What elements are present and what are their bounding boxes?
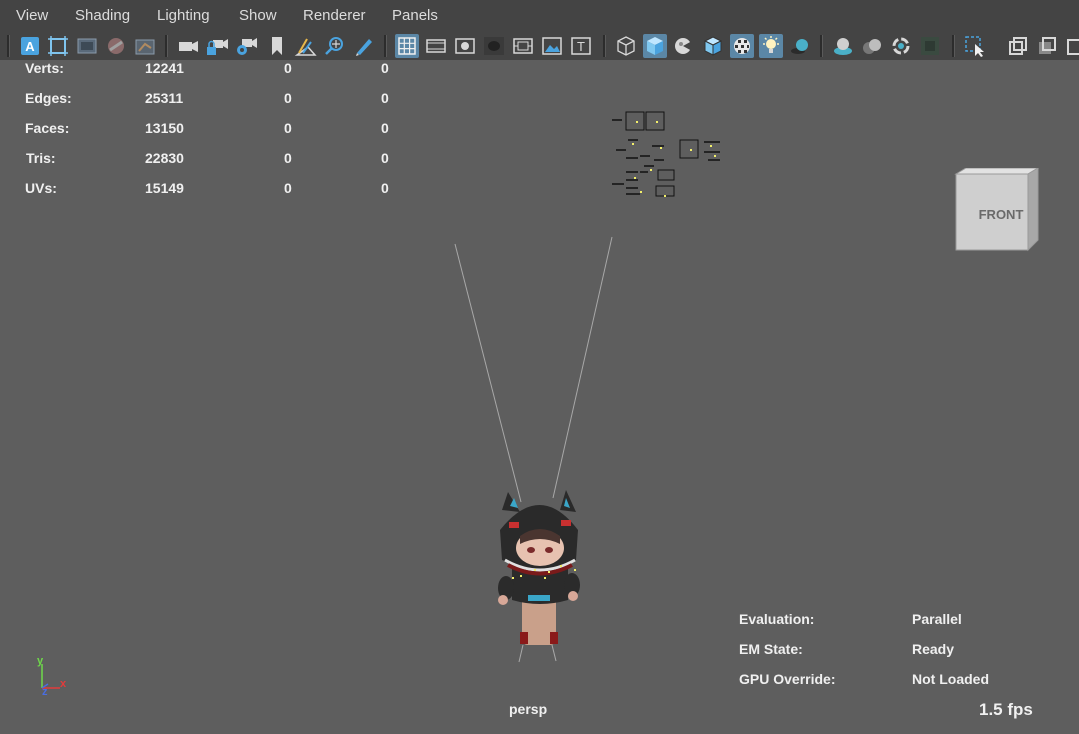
stat-components-tris: 0: [381, 150, 389, 166]
stat-total-uvs: 15149: [145, 180, 184, 196]
resolution-gate-icon[interactable]: [104, 34, 128, 58]
stat-components-faces: 0: [381, 120, 389, 136]
xray-icon[interactable]: [1006, 34, 1030, 58]
panel-toolbar: A T: [0, 32, 1079, 60]
bookmark-icon[interactable]: [265, 34, 289, 58]
safe-title-icon[interactable]: T: [569, 34, 593, 58]
stat-selected-verts: 0: [284, 60, 292, 76]
status-label-em-state: EM State:: [739, 641, 803, 657]
depth-of-field-icon[interactable]: [918, 34, 942, 58]
wireframe-icon[interactable]: [614, 34, 638, 58]
image-plane-icon[interactable]: [294, 34, 318, 58]
default-material-icon[interactable]: [672, 34, 696, 58]
menu-renderer[interactable]: Renderer: [303, 7, 366, 24]
status-label-gpu-override: GPU Override:: [739, 671, 836, 687]
resolution-gate-toggle-icon[interactable]: [453, 34, 477, 58]
stat-total-edges: 25311: [145, 90, 184, 106]
stat-selected-uvs: 0: [284, 180, 292, 196]
stat-components-edges: 0: [381, 90, 389, 106]
stat-components-uvs: 0: [381, 180, 389, 196]
toolbar-separator: [952, 35, 955, 57]
toolbar-separator: [384, 35, 387, 57]
stat-selected-edges: 0: [284, 90, 292, 106]
use-all-lights-icon[interactable]: [759, 34, 783, 58]
lock-camera-icon[interactable]: [205, 34, 229, 58]
screen-space-ao-icon[interactable]: [831, 34, 855, 58]
stat-selected-faces: 0: [284, 120, 292, 136]
stat-label-verts: Verts:: [25, 60, 64, 76]
camera-icon[interactable]: [176, 34, 200, 58]
camera-frustum-line: [454, 243, 522, 503]
toolbar-separator: [603, 35, 606, 57]
film-gate-icon[interactable]: [75, 34, 99, 58]
axis-label-y: y: [37, 655, 44, 667]
film-gate-toggle-icon[interactable]: [424, 34, 448, 58]
fps-readout: 1.5 fps: [979, 700, 1033, 719]
wireframe-on-shaded-icon[interactable]: [701, 34, 725, 58]
status-value-em-state: Ready: [912, 641, 955, 657]
menu-shading[interactable]: Shading: [75, 7, 130, 24]
camera-name-label: persp: [509, 701, 548, 717]
status-label-evaluation: Evaluation:: [739, 611, 815, 627]
menu-show[interactable]: Show: [239, 7, 277, 24]
stat-label-uvs: UVs:: [25, 180, 57, 196]
grease-pencil-tool-icon[interactable]: [352, 34, 376, 58]
stat-total-faces: 13150: [145, 120, 184, 136]
character-model[interactable]: [498, 490, 580, 645]
xray-joints-icon[interactable]: [1035, 34, 1059, 58]
stat-label-edges: Edges:: [25, 90, 72, 106]
viewcube-face-label: FRONT: [979, 207, 1024, 222]
grid-icon[interactable]: [395, 34, 419, 58]
shadows-icon[interactable]: [788, 34, 812, 58]
gate-mask-icon[interactable]: [482, 34, 506, 58]
panel-menu-bar: View Shading Lighting Show Renderer Pane…: [0, 0, 1079, 32]
stat-total-tris: 22830: [145, 150, 184, 166]
toolbar-separator: [820, 35, 823, 57]
camera-settings-icon[interactable]: [234, 34, 258, 58]
stat-total-verts: 12241: [145, 60, 184, 76]
grease-pencil-icon[interactable]: [133, 34, 157, 58]
safe-action-icon[interactable]: [540, 34, 564, 58]
2d-pan-zoom-icon[interactable]: [323, 34, 347, 58]
viewport-panel[interactable]: Verts: 12241 0 0 Edges: 25311 0 0 Faces:…: [0, 60, 1079, 734]
toolbar-separator: [165, 35, 168, 57]
menu-lighting[interactable]: Lighting: [157, 7, 210, 24]
smooth-shade-icon[interactable]: [643, 34, 667, 58]
axis-label-z: z: [42, 686, 48, 698]
xray-active-icon[interactable]: [1064, 34, 1079, 58]
axis-gizmo: y x z: [37, 655, 67, 698]
field-chart-icon[interactable]: [511, 34, 535, 58]
anti-aliasing-icon[interactable]: [889, 34, 913, 58]
status-value-gpu-override: Not Loaded: [912, 671, 989, 687]
toolbar-separator: [7, 35, 10, 57]
stat-label-tris: Tris:: [26, 150, 56, 166]
menu-panels[interactable]: Panels: [392, 7, 438, 24]
stat-components-verts: 0: [381, 60, 389, 76]
textured-icon[interactable]: [730, 34, 754, 58]
axis-label-x: x: [60, 678, 67, 690]
stat-selected-tris: 0: [284, 150, 292, 166]
isolate-select-icon[interactable]: [963, 34, 987, 58]
camera-frustum-line: [552, 236, 613, 499]
camera-attributes-icon[interactable]: [46, 34, 70, 58]
viewcube[interactable]: FRONT: [952, 167, 1042, 259]
rig-control-cluster[interactable]: [612, 111, 720, 197]
select-camera-icon[interactable]: A: [18, 34, 42, 58]
svg-text:A: A: [25, 39, 35, 54]
motion-blur-icon[interactable]: [860, 34, 884, 58]
svg-text:T: T: [577, 39, 585, 54]
status-value-evaluation: Parallel: [912, 611, 962, 627]
stat-label-faces: Faces:: [25, 120, 70, 136]
menu-view[interactable]: View: [16, 7, 48, 24]
